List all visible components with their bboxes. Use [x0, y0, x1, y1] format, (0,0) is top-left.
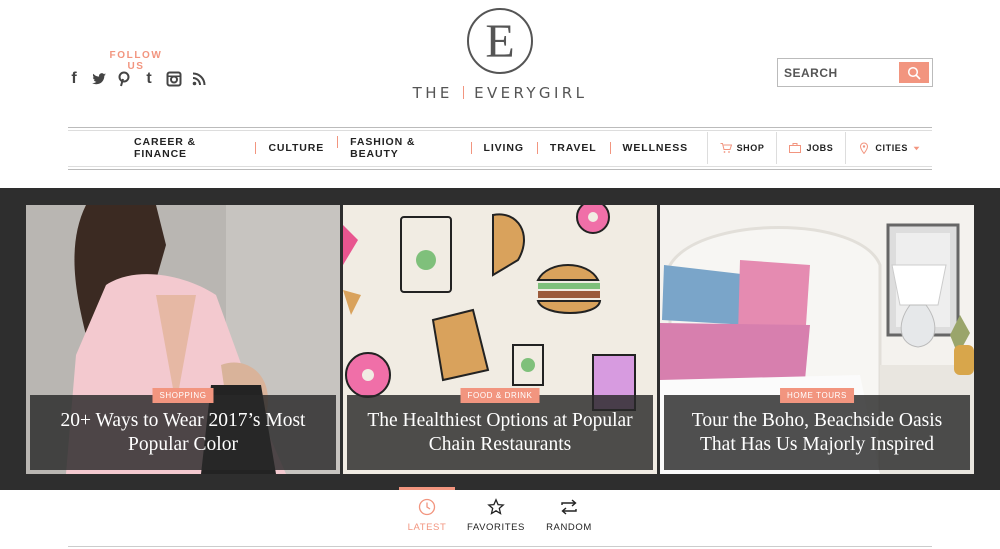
tab-favorites[interactable]: FAVORITES [463, 490, 529, 549]
nav-item-fashion-beauty[interactable]: FASHION & BEAUTY [337, 136, 470, 160]
nav-cities-label: CITIES [875, 143, 908, 153]
category-tag[interactable]: SHOPPING [152, 388, 214, 403]
search-button[interactable] [899, 62, 929, 83]
hero-card-title: Tour the Boho, Beachside Oasis That Has … [691, 409, 943, 455]
logo-mark[interactable]: E [467, 8, 533, 74]
hero-card-title: The Healthiest Options at Popular Chain … [367, 409, 633, 455]
search-input[interactable] [781, 62, 901, 83]
nav-item-culture[interactable]: CULTURE [255, 142, 337, 154]
tab-favorites-label: FAVORITES [466, 522, 525, 533]
tab-latest[interactable]: LATEST [399, 487, 455, 549]
category-tag[interactable]: HOME TOURS [780, 388, 854, 403]
search-icon [907, 66, 921, 80]
nav-item-living[interactable]: LIVING [470, 142, 537, 154]
shuffle-icon [561, 499, 577, 515]
main-nav: CAREER & FINANCE CULTURE FASHION & BEAUT… [68, 132, 932, 164]
hero-card-home-tours[interactable]: Tour the Boho, Beachside Oasis That Has … [660, 205, 974, 474]
nav-item-travel[interactable]: TRAVEL [536, 142, 610, 154]
category-tag[interactable]: FOOD & DRINK [460, 388, 540, 403]
search-box [777, 58, 933, 87]
rss-icon[interactable] [191, 70, 207, 88]
nav-cities[interactable]: CITIES [845, 132, 932, 164]
instagram-icon[interactable] [166, 70, 182, 88]
hero-card-caption: Tour the Boho, Beachside Oasis That Has … [664, 395, 970, 470]
hero-card-food-drink[interactable]: The Healthiest Options at Popular Chain … [343, 205, 657, 474]
tab-random-label: RANDOM [546, 522, 592, 533]
nav-top-rule-2 [68, 130, 932, 131]
twitter-icon[interactable] [91, 70, 107, 88]
tabs-bottom-rule [68, 546, 932, 547]
hero-card-caption: The Healthiest Options at Popular Chain … [347, 395, 653, 470]
nav-bottom-rule [68, 166, 932, 167]
logo-divider [462, 86, 464, 99]
nav-item-career-finance[interactable]: CAREER & FINANCE [68, 136, 255, 160]
tab-random[interactable]: RANDOM [540, 490, 598, 549]
nav-jobs-label: JOBS [806, 143, 834, 153]
logo-word-right: EVERYGIRL [474, 84, 588, 102]
nav-jobs[interactable]: JOBS [776, 132, 845, 164]
nav-bottom-rule-2 [68, 169, 932, 170]
follow-us-label: FOLLOW US [109, 50, 163, 72]
social-links: f t [66, 70, 207, 88]
pinterest-icon[interactable] [116, 70, 132, 88]
hero-card-shopping[interactable]: 20+ Ways to Wear 2017’s Most Popular Col… [26, 205, 340, 474]
nav-item-wellness[interactable]: WELLNESS [609, 142, 702, 154]
nav-top-rule [68, 127, 932, 128]
tumblr-icon[interactable]: t [141, 70, 157, 88]
hero-card-caption: 20+ Ways to Wear 2017’s Most Popular Col… [30, 395, 336, 470]
briefcase-icon [789, 143, 802, 153]
nav-shop[interactable]: SHOP [706, 132, 777, 164]
logo-word-left: THE [412, 84, 453, 102]
star-icon [487, 498, 505, 515]
feed-tabs: LATEST FAVORITES RANDOM [0, 487, 1000, 549]
cart-icon [720, 143, 732, 153]
facebook-icon[interactable]: f [66, 70, 82, 88]
clock-icon [418, 498, 436, 516]
nav-shop-label: SHOP [736, 143, 765, 153]
logo-letter: E [485, 14, 515, 68]
hero-card-title: 20+ Ways to Wear 2017’s Most Popular Col… [60, 409, 306, 455]
caret-down-icon [913, 146, 920, 150]
map-pin-icon [860, 142, 869, 154]
tab-latest-label: LATEST [407, 522, 447, 533]
logo-wordmark[interactable]: THE EVERYGIRL [380, 84, 620, 102]
